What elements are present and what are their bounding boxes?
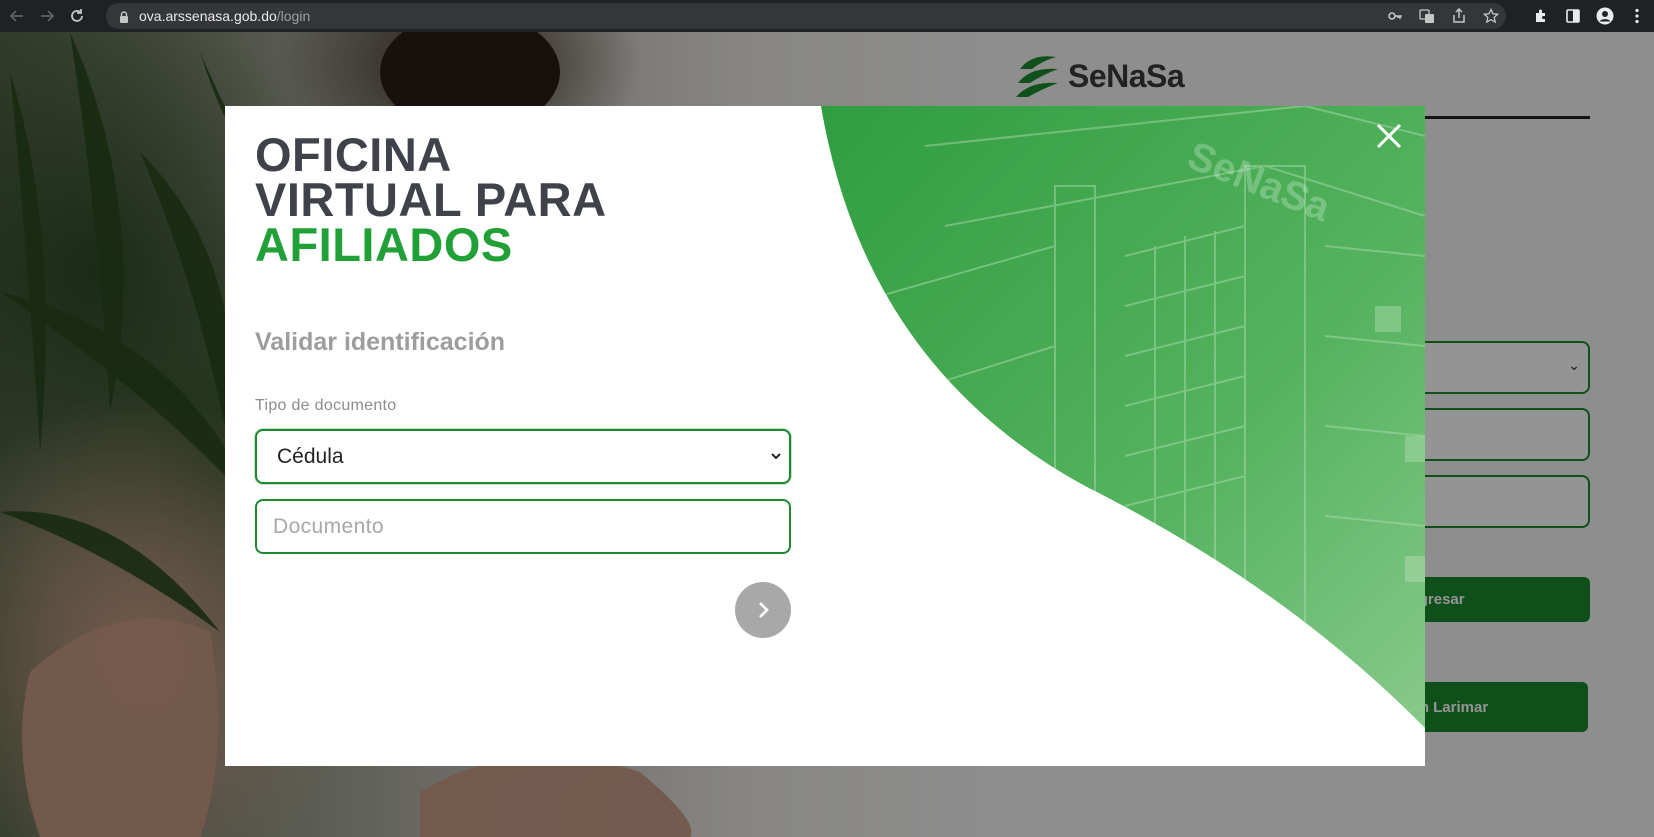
document-type-value: Cédula xyxy=(277,444,344,468)
address-bar[interactable]: ova.arssenasa.gob.do/login xyxy=(106,3,1506,29)
translate-icon[interactable] xyxy=(1418,7,1436,25)
document-placeholder: Documento xyxy=(273,514,384,538)
modal-title: OFICINA VIRTUAL PARA AFILIADOS xyxy=(255,128,607,271)
profile-icon[interactable] xyxy=(1596,7,1614,25)
lock-icon[interactable] xyxy=(118,10,130,23)
next-button[interactable] xyxy=(735,582,791,638)
title-line-2: VIRTUAL PARA xyxy=(255,173,607,226)
extensions-icon[interactable] xyxy=(1532,7,1550,25)
reload-icon[interactable] xyxy=(64,3,90,29)
document-input[interactable]: Documento xyxy=(255,499,791,554)
back-arrow-icon[interactable] xyxy=(4,3,30,29)
doc-type-label: Tipo de documento xyxy=(255,397,397,414)
chevron-right-icon xyxy=(759,602,769,618)
close-button[interactable] xyxy=(1369,116,1409,156)
section-title: Validar identificación xyxy=(255,328,506,356)
star-icon[interactable] xyxy=(1482,7,1500,25)
url-path: /login xyxy=(276,8,311,24)
forward-arrow-icon[interactable] xyxy=(34,3,60,29)
title-line-3: AFILIADOS xyxy=(255,218,513,271)
sidepanel-icon[interactable] xyxy=(1564,7,1582,25)
menu-icon[interactable] xyxy=(1628,7,1646,25)
identification-modal: SeNaSa OFICINA VIRTUAL PARA AFILIADOS Va… xyxy=(225,106,1425,766)
title-line-1: OFICINA xyxy=(255,128,452,181)
browser-toolbar: ova.arssenasa.gob.do/login xyxy=(0,0,1654,32)
document-type-select[interactable]: Cédula xyxy=(255,429,791,484)
chevron-down-icon xyxy=(771,453,781,460)
url-host: ova.arssenasa.gob.do xyxy=(139,8,277,24)
share-icon[interactable] xyxy=(1450,7,1468,25)
key-icon[interactable] xyxy=(1386,7,1404,25)
close-icon xyxy=(1376,123,1402,149)
